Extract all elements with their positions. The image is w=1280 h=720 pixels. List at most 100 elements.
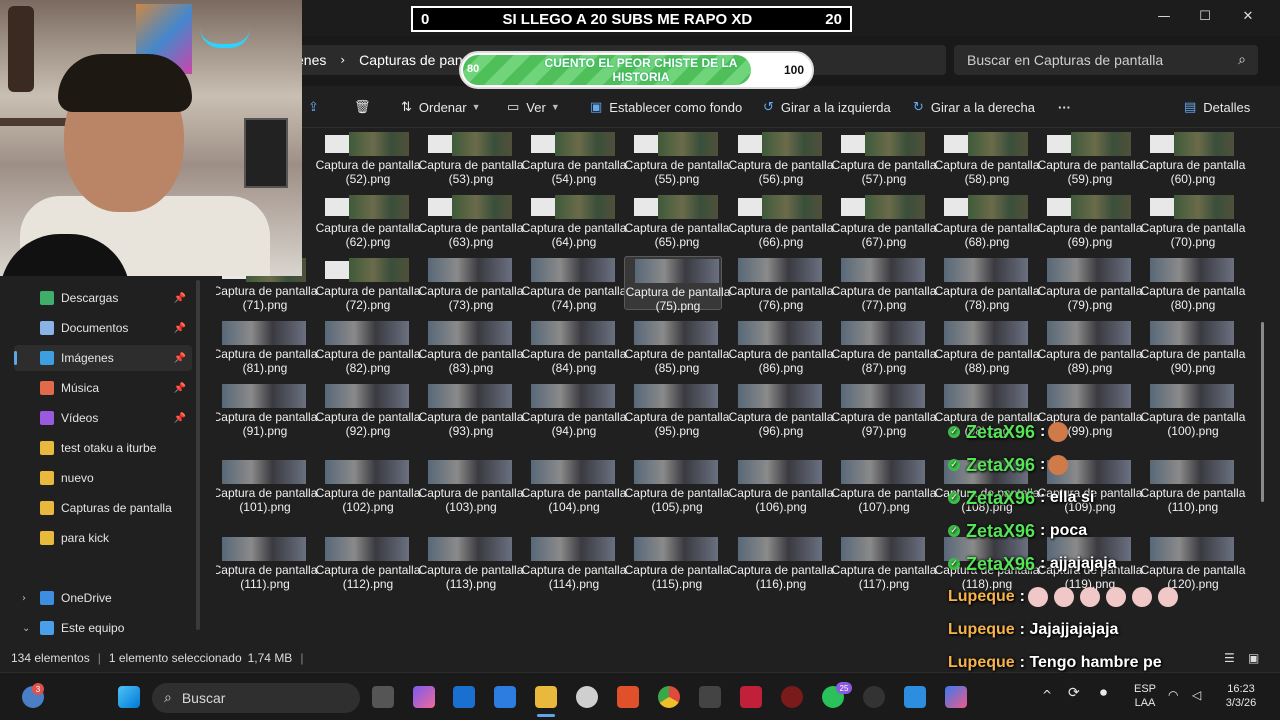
- file-tile[interactable]: Captura de pantalla (69).png: [1037, 193, 1142, 249]
- file-tile[interactable]: Captura de pantalla (113).png: [418, 535, 523, 607]
- sidebar-item[interactable]: Imágenes 📌: [14, 345, 192, 371]
- file-tile[interactable]: Captura de pantalla (107).png: [831, 458, 936, 530]
- file-tile[interactable]: Captura de pantalla (96).png: [728, 382, 833, 448]
- file-explorer-icon[interactable]: [535, 686, 557, 708]
- wifi-icon[interactable]: ◠: [1168, 688, 1178, 702]
- file-tile[interactable]: Captura de pantalla (93).png: [418, 382, 523, 448]
- file-tile[interactable]: Captura de pantalla (97).png: [831, 382, 936, 448]
- photos-icon[interactable]: [904, 686, 926, 708]
- chevron-down-icon[interactable]: ⌄: [22, 623, 30, 634]
- file-tile[interactable]: Captura de pantalla (77).png: [831, 256, 936, 312]
- file-tile[interactable]: Captura de pantalla (112).png: [315, 535, 420, 607]
- store-icon[interactable]: [494, 686, 516, 708]
- rotate-left-button[interactable]: ↺ Girar a la izquierda: [763, 98, 891, 116]
- file-tile[interactable]: Captura de pantalla (83).png: [418, 319, 523, 375]
- file-tile[interactable]: Captura de pantalla (62).png: [315, 193, 420, 249]
- sidebar-item[interactable]: Vídeos 📌: [14, 405, 192, 431]
- search-input[interactable]: Buscar en Capturas de pantalla ⌕: [954, 45, 1258, 75]
- file-tile[interactable]: Captura de pantalla (82).png: [315, 319, 420, 375]
- file-tile[interactable]: Captura de pantalla (75).png: [624, 256, 730, 313]
- language-indicator[interactable]: ESP LAA: [1134, 682, 1156, 710]
- file-tile[interactable]: Captura de pantalla (91).png: [216, 382, 317, 448]
- file-tile[interactable]: Captura de pantalla (72).png: [315, 256, 420, 312]
- file-tile[interactable]: Captura de pantalla (111).png: [216, 535, 317, 607]
- rotate-right-button[interactable]: ↻ Girar a la derecha: [913, 98, 1035, 116]
- file-tile[interactable]: Captura de pantalla (78).png: [934, 256, 1039, 312]
- file-tile[interactable]: Captura de pantalla (53).png: [418, 130, 523, 186]
- file-tile[interactable]: Captura de pantalla (86).png: [728, 319, 833, 375]
- sidebar-item[interactable]: test otaku a iturbe: [14, 435, 192, 461]
- taskbar-search[interactable]: ⌕ Buscar: [152, 683, 360, 713]
- sidebar-item[interactable]: Documentos 📌: [14, 315, 192, 341]
- file-tile[interactable]: Captura de pantalla (116).png: [728, 535, 833, 607]
- file-tile[interactable]: Captura de pantalla (54).png: [521, 130, 626, 186]
- file-tile[interactable]: Captura de pantalla (73).png: [418, 256, 523, 312]
- file-tile[interactable]: Captura de pantalla (88).png: [934, 319, 1039, 375]
- microphone-icon[interactable]: ⏺: [1100, 686, 1107, 700]
- brave-icon[interactable]: [617, 686, 639, 708]
- file-tile[interactable]: Captura de pantalla (104).png: [521, 458, 626, 530]
- clock-app-icon[interactable]: [576, 686, 598, 708]
- file-tile[interactable]: Captura de pantalla (105).png: [624, 458, 729, 530]
- obs-icon[interactable]: [863, 686, 885, 708]
- sort-button[interactable]: ⇅ Ordenar ▼: [401, 98, 481, 116]
- file-tile[interactable]: Captura de pantalla (56).png: [728, 130, 833, 186]
- file-tile[interactable]: Captura de pantalla (95).png: [624, 382, 729, 448]
- file-tile[interactable]: Captura de pantalla (81).png: [216, 319, 317, 375]
- details-button[interactable]: ▤ Detalles: [1184, 98, 1250, 116]
- file-tile[interactable]: Captura de pantalla (101).png: [216, 458, 317, 530]
- file-tile[interactable]: Captura de pantalla (63).png: [418, 193, 523, 249]
- file-tile[interactable]: Captura de pantalla (80).png: [1140, 256, 1245, 312]
- file-tile[interactable]: Captura de pantalla (103).png: [418, 458, 523, 530]
- file-tile[interactable]: Captura de pantalla (89).png: [1037, 319, 1142, 375]
- file-tile[interactable]: Captura de pantalla (84).png: [521, 319, 626, 375]
- file-tile[interactable]: Captura de pantalla (58).png: [934, 130, 1039, 186]
- file-tile[interactable]: Captura de pantalla (52).png: [315, 130, 420, 186]
- file-tile[interactable]: Captura de pantalla (90).png: [1140, 319, 1245, 375]
- copilot-icon[interactable]: [413, 686, 435, 708]
- file-tile[interactable]: Captura de pantalla (79).png: [1037, 256, 1142, 312]
- minimize-button[interactable]: —: [1142, 4, 1186, 28]
- app-icon[interactable]: [699, 686, 721, 708]
- sync-icon[interactable]: ⟳: [1068, 686, 1080, 700]
- file-tile[interactable]: Captura de pantalla (85).png: [624, 319, 729, 375]
- file-tile[interactable]: Captura de pantalla (60).png: [1140, 130, 1245, 186]
- delete-button[interactable]: 🗑: [354, 98, 378, 116]
- file-tile[interactable]: Captura de pantalla (64).png: [521, 193, 626, 249]
- file-tile[interactable]: Captura de pantalla (66).png: [728, 193, 833, 249]
- file-tile[interactable]: Captura de pantalla (59).png: [1037, 130, 1142, 186]
- chrome-icon[interactable]: [658, 686, 680, 708]
- sidebar-item[interactable]: Descargas 📌: [14, 285, 192, 311]
- file-tile[interactable]: Captura de pantalla (92).png: [315, 382, 420, 448]
- windows-start-icon[interactable]: [118, 686, 140, 708]
- sidebar-item[interactable]: ⌄ Este equipo: [14, 615, 192, 641]
- file-tile[interactable]: Captura de pantalla (87).png: [831, 319, 936, 375]
- pane-divider[interactable]: [196, 280, 200, 630]
- chevron-right-icon[interactable]: ›: [22, 593, 26, 604]
- view-button[interactable]: ▭ Ver ▼: [507, 98, 560, 116]
- file-tile[interactable]: Captura de pantalla (74).png: [521, 256, 626, 312]
- file-tile[interactable]: Captura de pantalla (68).png: [934, 193, 1039, 249]
- task-view-icon[interactable]: [372, 686, 394, 708]
- file-tile[interactable]: Captura de pantalla (106).png: [728, 458, 833, 530]
- game-icon[interactable]: [781, 686, 803, 708]
- file-tile[interactable]: Captura de pantalla (102).png: [315, 458, 420, 530]
- file-tile[interactable]: Captura de pantalla (117).png: [831, 535, 936, 607]
- share-button[interactable]: ⇪: [308, 98, 326, 116]
- maximize-button[interactable]: ☐: [1183, 4, 1227, 28]
- outlook-icon[interactable]: [453, 686, 475, 708]
- file-tile[interactable]: Captura de pantalla (76).png: [728, 256, 833, 312]
- file-tile[interactable]: Captura de pantalla (65).png: [624, 193, 729, 249]
- file-tile[interactable]: Captura de pantalla (115).png: [624, 535, 729, 607]
- file-tile[interactable]: Captura de pantalla (55).png: [624, 130, 729, 186]
- sidebar-item[interactable]: nuevo: [14, 465, 192, 491]
- volume-icon[interactable]: ◁: [1192, 688, 1201, 702]
- file-tile[interactable]: Captura de pantalla (67).png: [831, 193, 936, 249]
- set-background-button[interactable]: ▣ Establecer como fondo: [590, 98, 742, 116]
- file-tile[interactable]: Captura de pantalla (70).png: [1140, 193, 1245, 249]
- file-tile[interactable]: Captura de pantalla (94).png: [521, 382, 626, 448]
- sidebar-item[interactable]: Capturas de pantalla: [14, 495, 192, 521]
- chevron-up-icon[interactable]: ^: [1042, 688, 1052, 702]
- acrobat-icon[interactable]: [740, 686, 762, 708]
- file-tile[interactable]: Captura de pantalla (114).png: [521, 535, 626, 607]
